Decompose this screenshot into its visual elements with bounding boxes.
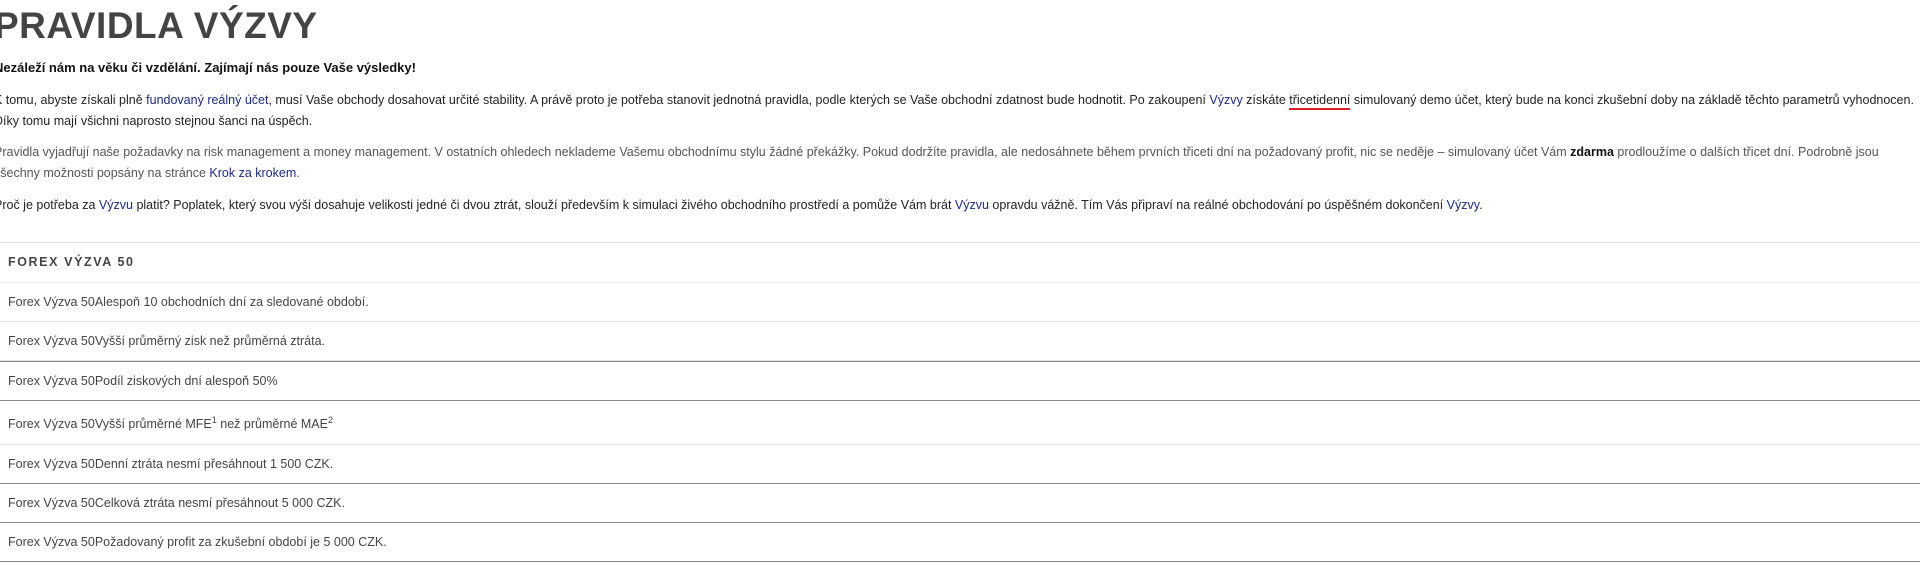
row-text-2: než průměrné MAE (216, 417, 328, 431)
footnote-2: 2 (327, 414, 333, 425)
p3-text-1: Proč je potřeba za (0, 198, 99, 212)
p2-text-3: . (296, 166, 300, 180)
page-title: PRAVIDLA VÝZVY (0, 5, 318, 46)
p1-text-2: , musí Vaše obchody dosahovat určité sta… (268, 93, 1210, 107)
table-row: Forex Výzva 50Celková ztráta nesmí přesá… (0, 484, 1920, 523)
vyzvu-link-2[interactable]: Výzvu (955, 198, 989, 212)
p3-text-2: platit? Poplatek, který svou výši dosahu… (132, 198, 955, 212)
table-row: Forex Výzva 50Vyšší průměrné MFE1 než pr… (0, 401, 1920, 445)
vyzvu-link-1[interactable]: Výzvu (99, 198, 133, 212)
p1-text-3: získáte (1242, 93, 1290, 107)
step-by-step-link[interactable]: Krok za krokem (209, 166, 296, 180)
row-text-1: Forex Výzva 50Vyšší průměrné MFE (8, 417, 212, 431)
vyzvy-link-2[interactable]: Výzvy (1447, 198, 1479, 212)
table-row: Forex Výzva 50Podíl ziskových dní alespo… (0, 361, 1920, 401)
funded-account-link[interactable]: fundovaný reálný účet (146, 93, 268, 107)
vyzvy-link[interactable]: Výzvy (1209, 93, 1242, 107)
table-row: Forex Výzva 50Denní ztráta nesmí přesáhn… (0, 445, 1920, 484)
intro-bold-text: Nezáleží nám na věku či vzdělání. Zajíma… (0, 60, 416, 75)
table-row: Forex Výzva 50Požadovaný profit za zkuše… (0, 523, 1920, 562)
p3-text-3: opravdu vážně. Tím Vás připraví na reáln… (988, 198, 1447, 212)
p3-text-4: . (1479, 198, 1483, 212)
paragraph-3: Proč je potřeba za Výzvu platit? Poplate… (0, 195, 1914, 216)
paragraph-2: Pravidla vyjadřují naše požadavky na ris… (0, 142, 1914, 184)
misspelled-word: třicetidenní (1289, 93, 1351, 110)
table-header: FOREX VÝZVA 50 (0, 243, 1920, 283)
free-bold-text: zdarma (1570, 145, 1614, 159)
table-row: Forex Výzva 50Alespoň 10 obchodních dní … (0, 283, 1920, 322)
table-row: Forex Výzva 50Vyšší průměrný zisk než pr… (0, 322, 1920, 361)
p1-text-1: K tomu, abyste získali plně (0, 93, 147, 107)
rules-table: FOREX VÝZVA 50 Forex Výzva 50Alespoň 10 … (0, 242, 1920, 562)
paragraph-1: K tomu, abyste získali plně fundovaný re… (0, 90, 1914, 132)
p2-text-1: Pravidla vyjadřují naše požadavky na ris… (0, 145, 1571, 159)
